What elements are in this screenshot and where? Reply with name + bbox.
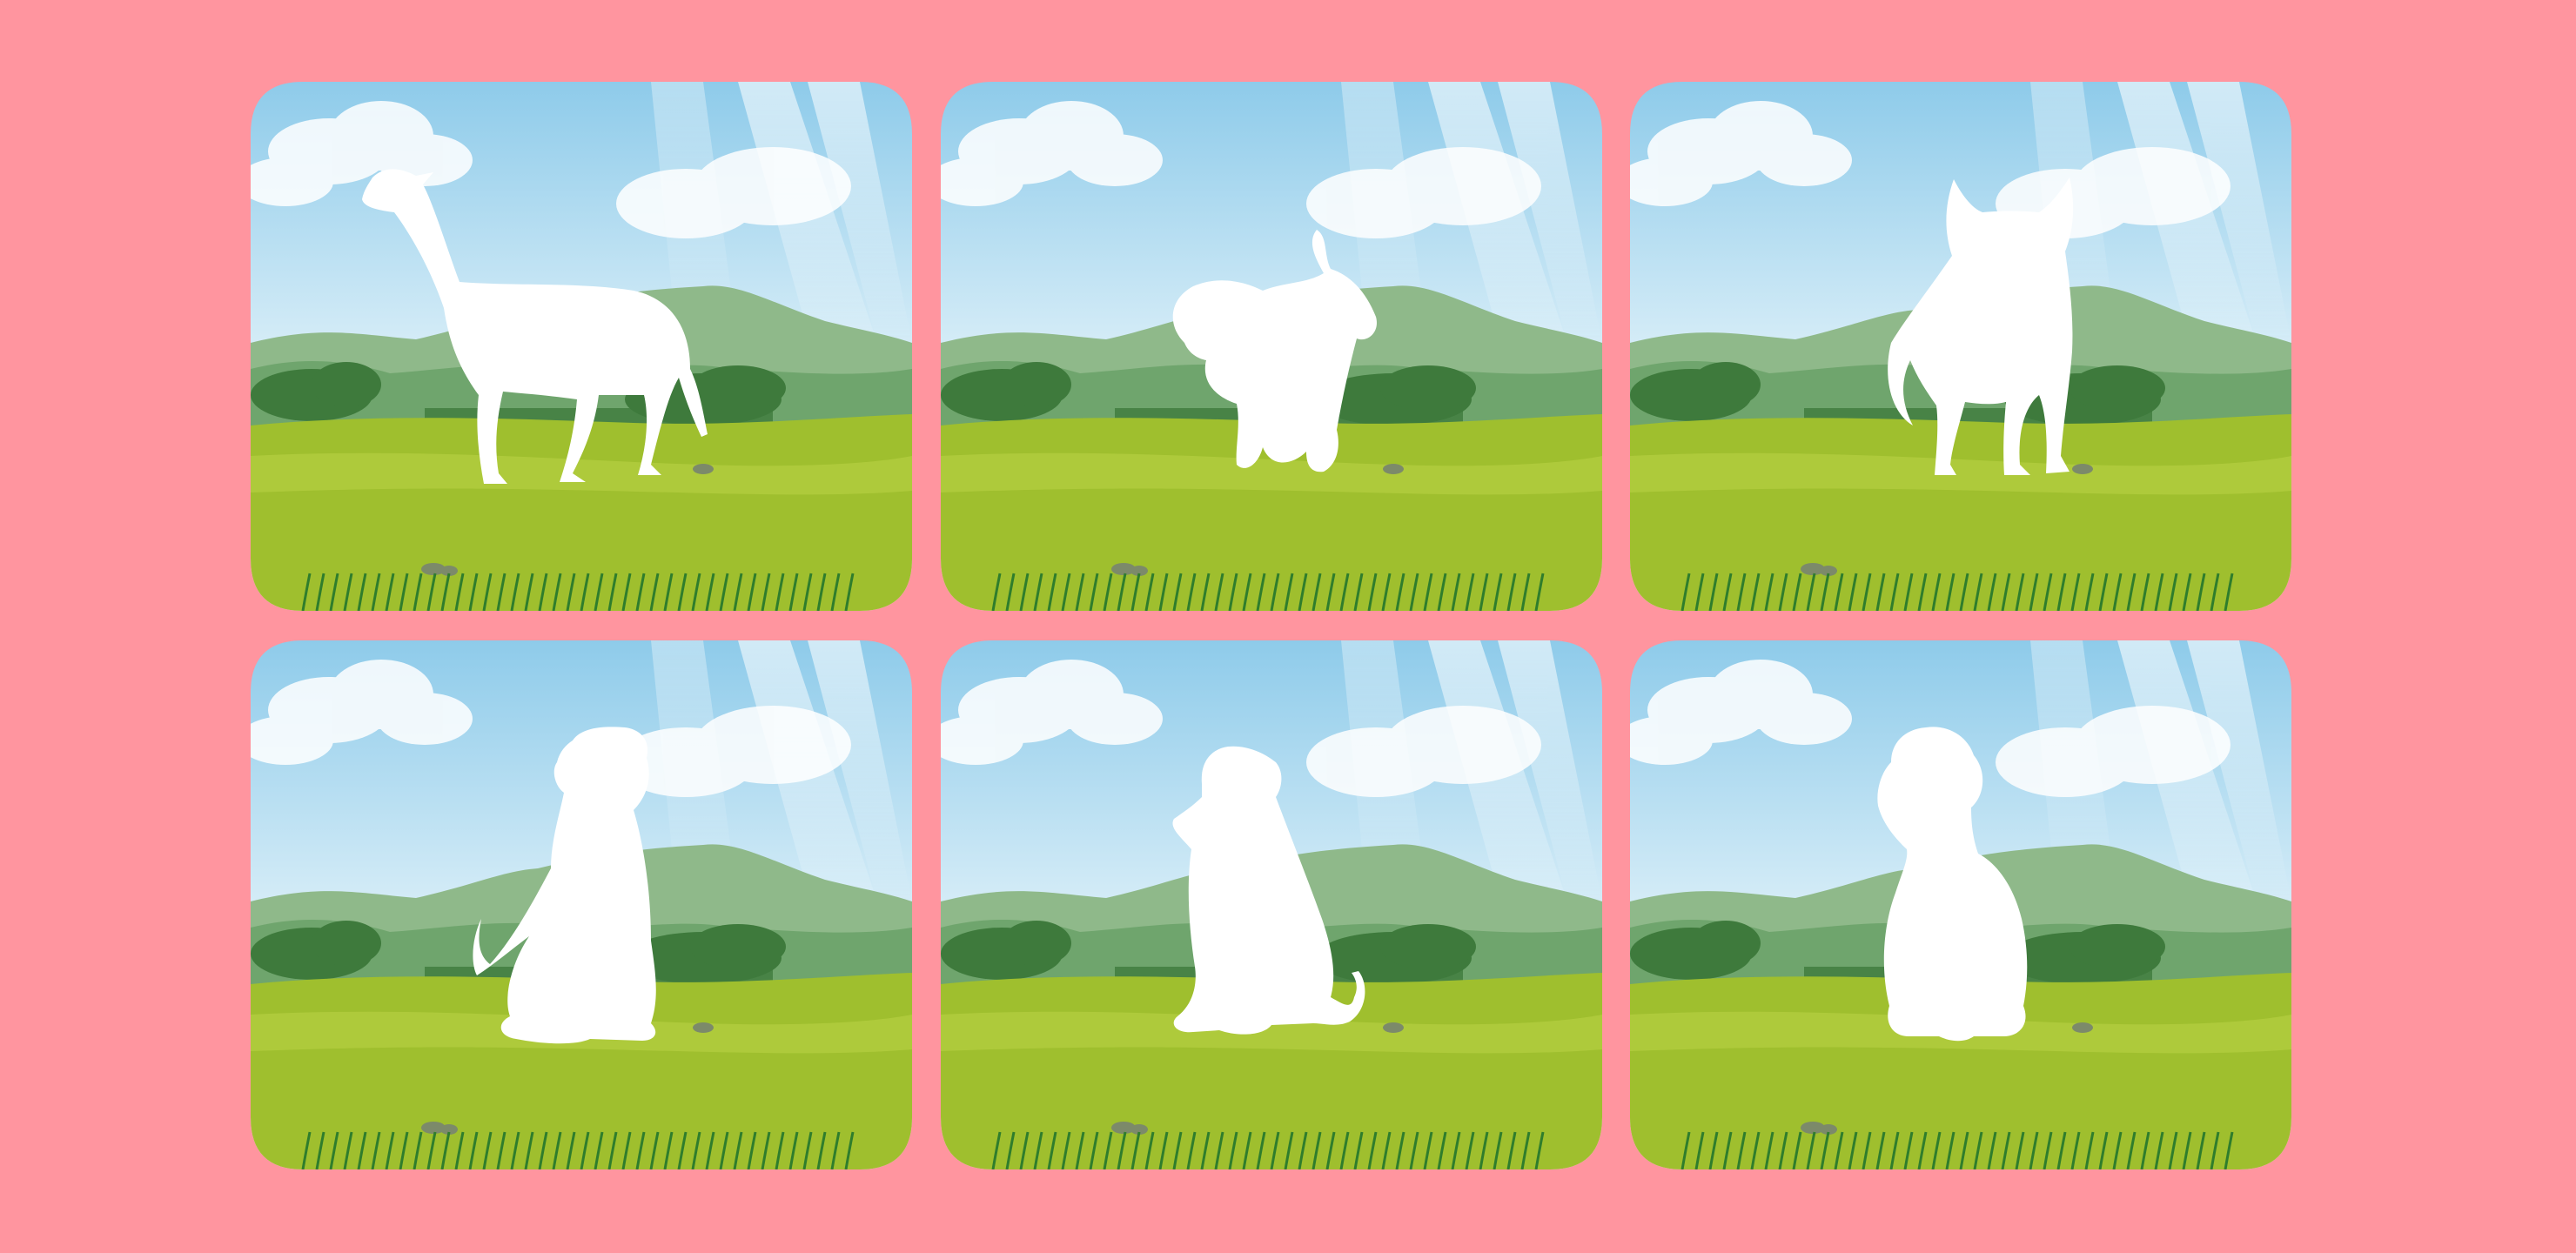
card-scene [1630, 640, 2291, 1169]
card-2[interactable] [941, 82, 1602, 611]
card-1[interactable] [251, 82, 912, 611]
card-scene [251, 640, 912, 1169]
card-scene [1630, 82, 2291, 611]
card-scene [941, 640, 1602, 1169]
card-scene [941, 82, 1602, 611]
card-5[interactable] [941, 640, 1602, 1169]
card-6[interactable] [1630, 640, 2291, 1169]
card-4[interactable] [251, 640, 912, 1169]
game-board [0, 0, 2576, 1253]
card-3[interactable] [1630, 82, 2291, 611]
card-scene [251, 82, 912, 611]
